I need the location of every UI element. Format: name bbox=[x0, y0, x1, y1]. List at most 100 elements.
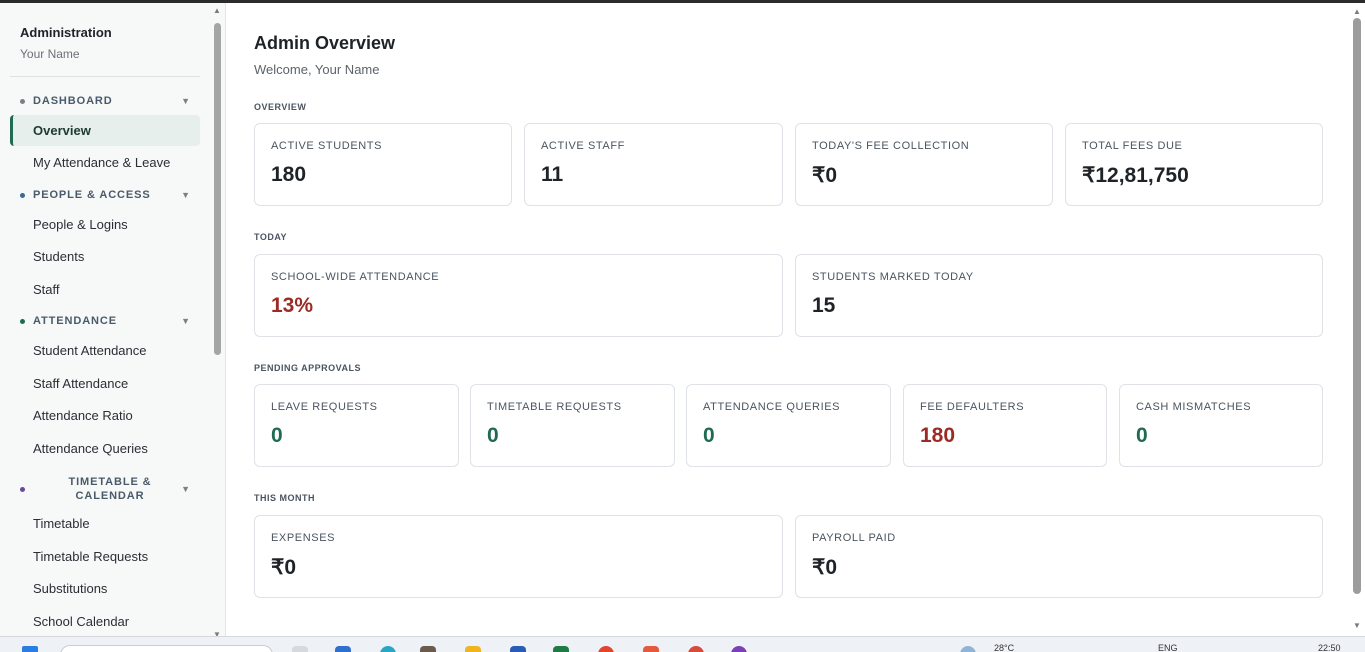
taskbar-search-input[interactable] bbox=[60, 645, 273, 652]
stat-value: ₹0 bbox=[812, 164, 838, 187]
stat-card-school-wide-attendance[interactable]: SCHOOL-WIDE ATTENDANCE 13% bbox=[254, 254, 783, 337]
chevron-down-icon[interactable]: ▼ bbox=[181, 316, 190, 326]
stat-card-active-students[interactable]: ACTIVE STUDENTS 180 bbox=[254, 123, 512, 206]
taskbar-clock[interactable]: 22:50 bbox=[1318, 643, 1341, 652]
windows-start-icon[interactable] bbox=[22, 646, 38, 652]
scroll-down-icon[interactable]: ▼ bbox=[1352, 621, 1362, 630]
word-icon[interactable] bbox=[510, 646, 526, 652]
stat-label: LEAVE REQUESTS bbox=[271, 401, 378, 413]
section-dashboard[interactable]: DASHBOARD ▼ bbox=[10, 92, 200, 112]
stat-label: ACTIVE STAFF bbox=[541, 140, 626, 152]
group-label-overview: OVERVIEW bbox=[254, 102, 307, 112]
stat-value: 15 bbox=[812, 294, 836, 317]
weather-icon[interactable] bbox=[960, 646, 976, 652]
taskbar: 28°C ENG 22:50 bbox=[0, 636, 1365, 652]
group-label-pending-approvals: PENDING APPROVALS bbox=[254, 363, 362, 373]
sidebar-item-timetable-requests[interactable]: Timetable Requests bbox=[10, 541, 200, 572]
section-attendance[interactable]: ATTENDANCE ▼ bbox=[10, 312, 200, 332]
sidebar-item-student-attendance[interactable]: Student Attendance bbox=[10, 335, 200, 366]
stat-card-expenses[interactable]: EXPENSES ₹0 bbox=[254, 515, 783, 598]
scrollbar-thumb[interactable] bbox=[214, 23, 221, 355]
scroll-up-icon[interactable]: ▲ bbox=[1352, 7, 1362, 16]
section-label: ATTENDANCE bbox=[33, 315, 117, 327]
stat-label: SCHOOL-WIDE ATTENDANCE bbox=[271, 271, 440, 283]
section-people-access[interactable]: PEOPLE & ACCESS ▼ bbox=[10, 186, 200, 206]
page-title: Admin Overview bbox=[254, 33, 396, 53]
section-label: DASHBOARD bbox=[33, 95, 113, 107]
app-icon[interactable] bbox=[335, 646, 351, 652]
sidebar-item-staff-attendance[interactable]: Staff Attendance bbox=[10, 368, 200, 399]
scrollbar-thumb[interactable] bbox=[1353, 18, 1361, 594]
stat-value: 180 bbox=[271, 163, 307, 186]
section-label: TIMETABLE & CALENDAR bbox=[68, 476, 152, 502]
stat-value: 0 bbox=[1136, 424, 1148, 447]
page-subtitle: Welcome, Your Name bbox=[254, 62, 380, 77]
stat-value: 180 bbox=[920, 424, 956, 447]
stat-label: ATTENDANCE QUERIES bbox=[703, 401, 841, 413]
stat-card-students-marked-today[interactable]: STUDENTS MARKED TODAY 15 bbox=[795, 254, 1323, 337]
stat-value: 11 bbox=[541, 163, 564, 186]
stat-value: 13% bbox=[271, 294, 314, 317]
sidebar-item-school-calendar[interactable]: School Calendar bbox=[10, 606, 200, 636]
weather-temperature[interactable]: 28°C bbox=[994, 643, 1014, 652]
section-timetable-calendar[interactable]: TIMETABLE & CALENDAR ▼ bbox=[10, 475, 200, 505]
stat-card-cash-mismatches[interactable]: CASH MISMATCHES 0 bbox=[1119, 384, 1323, 467]
chevron-down-icon[interactable]: ▼ bbox=[181, 484, 190, 494]
sidebar: Administration Your Name DASHBOARD ▼ Ove… bbox=[0, 3, 226, 636]
stat-value: 0 bbox=[487, 424, 499, 447]
stat-card-leave-requests[interactable]: LEAVE REQUESTS 0 bbox=[254, 384, 459, 467]
chrome-icon[interactable] bbox=[688, 646, 704, 652]
sidebar-item-attendance-ratio[interactable]: Attendance Ratio bbox=[10, 400, 200, 431]
excel-icon[interactable] bbox=[553, 646, 569, 652]
section-label: PEOPLE & ACCESS bbox=[33, 189, 151, 201]
stat-value: ₹12,81,750 bbox=[1082, 164, 1189, 187]
stat-label: ACTIVE STUDENTS bbox=[271, 140, 383, 152]
stat-card-attendance-queries[interactable]: ATTENDANCE QUERIES 0 bbox=[686, 384, 891, 467]
sidebar-item-timetable[interactable]: Timetable bbox=[10, 508, 200, 539]
section-dot-icon bbox=[20, 99, 25, 104]
sidebar-item-people-logins[interactable]: People & Logins bbox=[10, 209, 200, 240]
scroll-up-icon[interactable]: ▲ bbox=[213, 7, 221, 15]
group-label-this-month: THIS MONTH bbox=[254, 493, 315, 503]
app-icon[interactable] bbox=[598, 646, 614, 652]
stat-label: FEE DEFAULTERS bbox=[920, 401, 1025, 413]
stat-card-fee-defaulters[interactable]: FEE DEFAULTERS 180 bbox=[903, 384, 1107, 467]
sidebar-item-students[interactable]: Students bbox=[10, 241, 200, 272]
browser-icon[interactable] bbox=[380, 646, 396, 652]
stat-label: CASH MISMATCHES bbox=[1136, 401, 1252, 413]
main-content: Admin Overview Welcome, Your Name OVERVI… bbox=[226, 3, 1351, 636]
stat-card-payroll-paid[interactable]: PAYROLL PAID ₹0 bbox=[795, 515, 1323, 598]
stat-card-active-staff[interactable]: ACTIVE STAFF 11 bbox=[524, 123, 783, 206]
stat-label: TOTAL FEES DUE bbox=[1082, 140, 1183, 152]
stat-value: 0 bbox=[271, 424, 283, 447]
stat-value: 0 bbox=[703, 424, 715, 447]
sidebar-item-my-attendance-leave[interactable]: My Attendance & Leave bbox=[10, 147, 200, 178]
app-icon[interactable] bbox=[731, 646, 747, 652]
task-view-icon[interactable] bbox=[292, 646, 308, 652]
app-icon[interactable] bbox=[420, 646, 436, 652]
section-dot-icon bbox=[20, 487, 25, 492]
chevron-down-icon[interactable]: ▼ bbox=[181, 190, 190, 200]
sidebar-item-staff[interactable]: Staff bbox=[10, 274, 200, 305]
main-scrollbar[interactable]: ▲ ▼ bbox=[1352, 7, 1362, 630]
sidebar-item-overview[interactable]: Overview bbox=[10, 115, 200, 146]
stat-card-total-fees-due[interactable]: TOTAL FEES DUE ₹12,81,750 bbox=[1065, 123, 1323, 206]
sidebar-scrollbar[interactable]: ▲ ▼ bbox=[213, 7, 221, 636]
stat-label: EXPENSES bbox=[271, 532, 336, 544]
input-language[interactable]: ENG bbox=[1158, 643, 1178, 652]
stat-label: STUDENTS MARKED TODAY bbox=[812, 271, 974, 283]
stat-value: ₹0 bbox=[812, 556, 838, 579]
stat-label: PAYROLL PAID bbox=[812, 532, 896, 544]
file-explorer-icon[interactable] bbox=[465, 646, 481, 652]
sidebar-user-name: Your Name bbox=[20, 47, 80, 61]
stat-value: ₹0 bbox=[271, 556, 297, 579]
sidebar-item-substitutions[interactable]: Substitutions bbox=[10, 573, 200, 604]
stat-card-timetable-requests[interactable]: TIMETABLE REQUESTS 0 bbox=[470, 384, 675, 467]
app-icon[interactable] bbox=[643, 646, 659, 652]
sidebar-item-attendance-queries[interactable]: Attendance Queries bbox=[10, 433, 200, 464]
stat-card-todays-fee-collection[interactable]: TODAY'S FEE COLLECTION ₹0 bbox=[795, 123, 1053, 206]
chevron-down-icon[interactable]: ▼ bbox=[181, 96, 190, 106]
sidebar-divider bbox=[10, 76, 200, 77]
stat-label: TODAY'S FEE COLLECTION bbox=[812, 140, 970, 152]
section-dot-icon bbox=[20, 319, 25, 324]
